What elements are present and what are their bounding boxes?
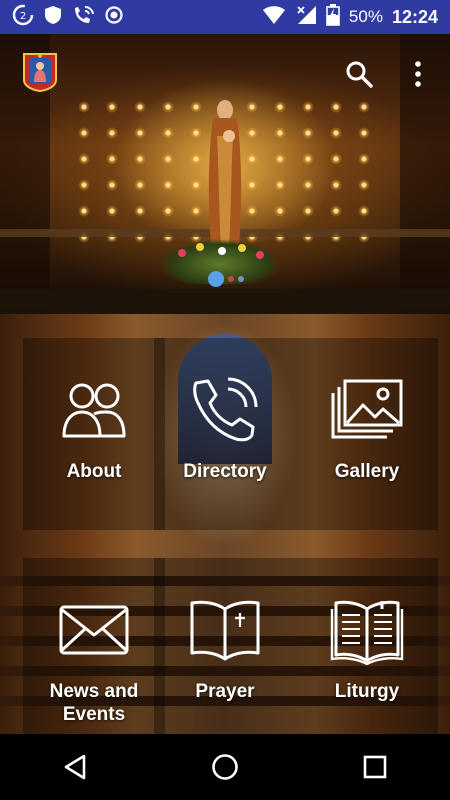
parish-logo [23, 53, 57, 92]
overflow-menu-button[interactable] [400, 56, 436, 92]
prayer-tile[interactable]: Prayer [154, 558, 296, 734]
search-icon [346, 61, 373, 88]
hero-banner[interactable] [0, 34, 450, 314]
battery-percent: 50% [348, 7, 383, 26]
battery-icon [326, 3, 340, 31]
tile-label: Directory [183, 461, 267, 482]
altar-step [0, 289, 450, 314]
tile-label: News and Events [49, 681, 139, 725]
signal-icon [295, 5, 317, 30]
news-events-tile[interactable]: News and Events [23, 558, 165, 734]
wifi-icon [262, 5, 286, 30]
navigation-bar [0, 734, 450, 800]
tile-label: Liturgy [334, 681, 400, 702]
more-vert-icon [415, 61, 421, 87]
back-button[interactable] [45, 742, 105, 792]
svg-text:2: 2 [20, 11, 26, 22]
carousel-dot[interactable] [228, 276, 234, 282]
back-triangle-icon [64, 754, 86, 780]
gallery-icon [331, 379, 403, 439]
phone-icon [193, 377, 258, 442]
tile-label: Gallery [334, 461, 400, 482]
clock: 12:24 [391, 6, 438, 27]
carousel-indicator [208, 271, 244, 287]
madonna-statue [208, 100, 242, 256]
menu-grid: About Directory Gallery News and Events … [0, 314, 450, 734]
recents-square-icon [363, 755, 387, 779]
gallery-tile[interactable]: Gallery [296, 338, 438, 530]
record-icon [104, 5, 124, 30]
home-circle-icon [212, 754, 238, 780]
directory-tile[interactable]: Directory [154, 338, 296, 530]
status-bar: 2 50% 12:24 [0, 0, 450, 34]
search-button[interactable] [341, 56, 377, 92]
recents-button[interactable] [345, 742, 405, 792]
wifi-call-icon [72, 5, 94, 30]
carousel-dot[interactable] [238, 276, 244, 282]
liturgy-book-icon [330, 600, 404, 665]
tile-label: Prayer [195, 681, 255, 702]
envelope-icon [59, 605, 129, 655]
people-icon [62, 383, 126, 438]
shield-icon [44, 5, 62, 30]
home-button[interactable] [195, 742, 255, 792]
carousel-dot-active[interactable] [208, 271, 224, 287]
liturgy-tile[interactable]: Liturgy [296, 558, 438, 734]
open-book-icon [190, 600, 260, 661]
data-saver-icon: 2 [12, 4, 34, 31]
tile-label: About [66, 461, 122, 482]
about-tile[interactable]: About [23, 338, 165, 530]
